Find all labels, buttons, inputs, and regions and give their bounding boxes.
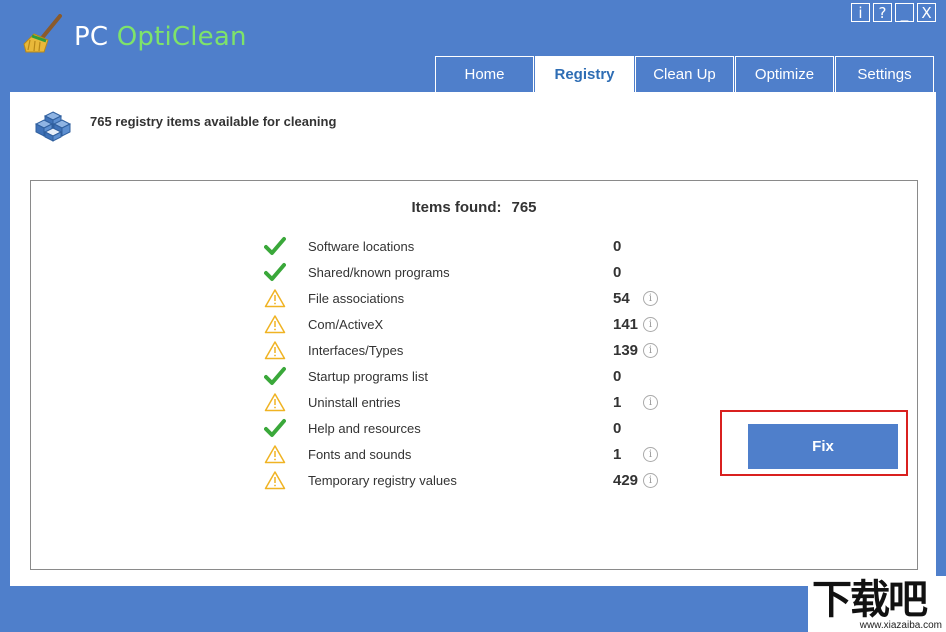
warning-icon <box>261 468 289 492</box>
list-item: Uninstall entries 1 i <box>261 389 681 415</box>
item-count: 0 <box>613 237 622 255</box>
item-count: 139 <box>613 341 639 359</box>
watermark: 下载吧 www.xiazaiba.com <box>808 576 946 632</box>
info-icon[interactable]: i <box>643 472 658 488</box>
item-count: 0 <box>613 419 622 437</box>
item-count: 54 <box>613 289 630 307</box>
info-icon[interactable]: i <box>643 394 658 410</box>
info-icon[interactable]: i <box>643 290 658 306</box>
app-window: PC OptiClean i ? _ X Home Registry Clean… <box>0 0 946 632</box>
tab-settings[interactable]: Settings <box>835 56 934 92</box>
info-button[interactable]: i <box>851 3 870 22</box>
items-found: Items found: 765 <box>31 199 917 216</box>
warning-icon <box>261 390 289 414</box>
item-label: Software locations <box>308 238 415 254</box>
window-controls: i ? _ X <box>851 3 936 22</box>
list-item: Interfaces/Types 139 i <box>261 337 681 363</box>
warning-icon <box>261 286 289 310</box>
item-label: Fonts and sounds <box>308 446 412 462</box>
help-button[interactable]: ? <box>873 3 892 22</box>
check-icon <box>261 416 289 440</box>
tab-clean-up[interactable]: Clean Up <box>635 56 734 92</box>
item-count: 0 <box>613 263 622 281</box>
app-logo: PC OptiClean <box>22 14 247 59</box>
item-label: Uninstall entries <box>308 394 401 410</box>
item-count: 1 <box>613 445 622 463</box>
close-button[interactable]: X <box>917 3 936 22</box>
info-icon[interactable]: i <box>643 316 658 332</box>
fix-button[interactable]: Fix <box>748 424 898 469</box>
tab-optimize[interactable]: Optimize <box>735 56 834 92</box>
warning-icon <box>261 442 289 466</box>
watermark-text: 下载吧 <box>812 577 928 623</box>
registry-summary-text: 765 registry items available for cleanin… <box>90 114 337 129</box>
broom-icon <box>22 14 66 59</box>
list-item: Com/ActiveX 141 i <box>261 311 681 337</box>
items-found-count: 765 <box>511 199 537 216</box>
registry-panel: 765 registry items available for cleanin… <box>10 92 936 586</box>
item-count: 141 <box>613 315 639 333</box>
app-title: PC OptiClean <box>74 21 247 52</box>
watermark-url: www.xiazaiba.com <box>859 620 942 631</box>
list-item: Software locations 0 <box>261 233 681 259</box>
registry-items-list: Software locations 0 Shared/known progra… <box>261 233 681 493</box>
main-tabs: Home Registry Clean Up Optimize Settings <box>435 56 935 92</box>
check-icon <box>261 234 289 258</box>
tab-registry[interactable]: Registry <box>535 56 634 92</box>
item-label: Startup programs list <box>308 368 428 384</box>
item-count: 0 <box>613 367 622 385</box>
registry-cubes-icon <box>34 110 72 147</box>
list-item: Startup programs list 0 <box>261 363 681 389</box>
info-icon[interactable]: i <box>643 446 658 462</box>
item-label: Interfaces/Types <box>308 342 404 358</box>
item-count: 429 <box>613 471 639 489</box>
tab-home[interactable]: Home <box>435 56 534 92</box>
results-box: Items found: 765 Software locations 0 Sha… <box>30 180 918 570</box>
item-label: File associations <box>308 290 405 306</box>
list-item: Fonts and sounds 1 i <box>261 441 681 467</box>
minimize-button[interactable]: _ <box>895 3 914 22</box>
info-icon[interactable]: i <box>643 342 658 358</box>
warning-icon <box>261 338 289 362</box>
check-icon <box>261 260 289 284</box>
warning-icon <box>261 312 289 336</box>
item-label: Shared/known programs <box>308 264 450 280</box>
item-label: Com/ActiveX <box>308 316 384 332</box>
list-item: Shared/known programs 0 <box>261 259 681 285</box>
list-item: Temporary registry values 429 i <box>261 467 681 493</box>
check-icon <box>261 364 289 388</box>
list-item: File associations 54 i <box>261 285 681 311</box>
item-count: 1 <box>613 393 622 411</box>
items-found-label: Items found: <box>411 199 502 216</box>
item-label: Help and resources <box>308 420 421 436</box>
item-label: Temporary registry values <box>308 472 457 488</box>
list-item: Help and resources 0 <box>261 415 681 441</box>
